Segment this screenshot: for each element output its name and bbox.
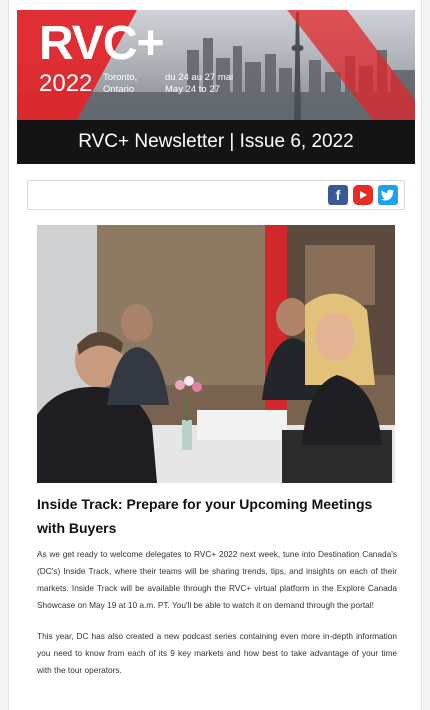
twitter-icon[interactable] xyxy=(378,185,398,205)
dates-french: du 24 au 27 mai xyxy=(165,72,234,83)
social-links-bar: f xyxy=(27,180,405,210)
newsletter-page: RVC+ 2022 Toronto, Ontario du 24 au 27 m… xyxy=(8,0,422,710)
rvc-logo: RVC+ xyxy=(39,17,165,70)
article-paragraph: This year, DC has also created a new pod… xyxy=(37,631,397,675)
article-headline[interactable]: Inside Track: Prepare for your Upcoming … xyxy=(37,492,397,540)
meeting-photo xyxy=(37,225,395,483)
location-province: Ontario xyxy=(103,84,135,95)
newsletter-title: RVC+ Newsletter | Issue 6, 2022 xyxy=(17,120,415,164)
dates-english: May 24 to 27 xyxy=(165,84,220,95)
event-location: Toronto, Ontario xyxy=(103,72,137,96)
article-paragraph: As we get ready to welcome delegates to … xyxy=(37,549,397,610)
facebook-icon[interactable]: f xyxy=(328,185,348,205)
meeting-photo-illustration xyxy=(37,225,395,483)
youtube-icon[interactable] xyxy=(353,185,373,205)
header-banner: RVC+ 2022 Toronto, Ontario du 24 au 27 m… xyxy=(17,10,415,120)
article-section: Inside Track: Prepare for your Upcoming … xyxy=(37,492,397,693)
event-dates: du 24 au 27 mai May 24 to 27 xyxy=(165,72,233,96)
location-city: Toronto, xyxy=(103,72,138,83)
event-year: 2022 xyxy=(39,70,93,97)
